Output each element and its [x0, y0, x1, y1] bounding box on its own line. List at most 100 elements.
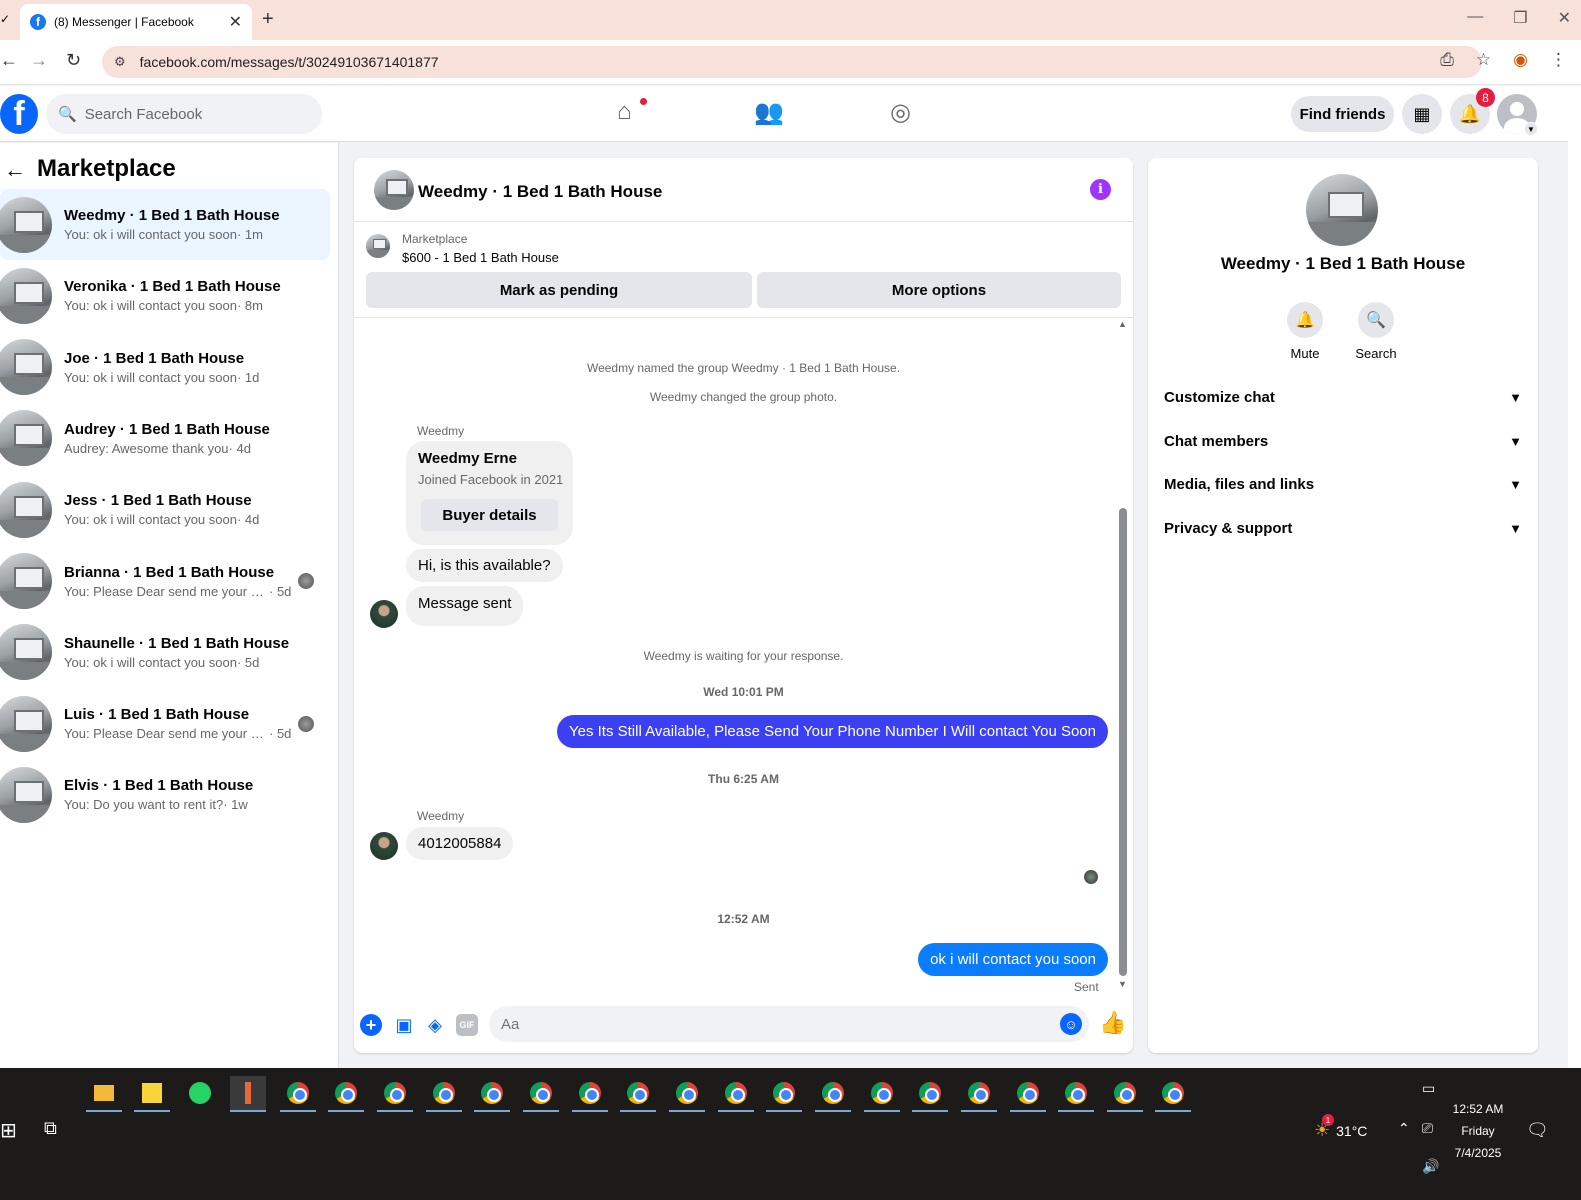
incoming-message[interactable]: Hi, is this available? [406, 549, 563, 582]
site-info-icon[interactable]: ⚙ [114, 54, 126, 70]
action-center-icon[interactable]: 🗨 [1526, 1120, 1549, 1141]
tab-close-icon[interactable]: ✕ [229, 12, 242, 32]
minimize-icon[interactable]: — [1467, 8, 1483, 28]
weather-widget[interactable]: ☀ 1 31°C [1314, 1114, 1367, 1141]
gif-icon[interactable]: GIF [456, 1014, 478, 1036]
sender-avatar[interactable] [370, 832, 398, 860]
address-bar[interactable]: ⚙ facebook.com/messages/t/30249103671401… [102, 46, 1482, 78]
search-action[interactable]: 🔍 Search [1346, 302, 1406, 361]
more-options-button[interactable]: More options [757, 272, 1121, 308]
conversation-item[interactable]: Jess · 1 Bed 1 Bath House You: ok i will … [0, 474, 330, 545]
chrome-icon[interactable] [377, 1076, 413, 1112]
chat-title[interactable]: Weedmy · 1 Bed 1 Bath House [418, 182, 662, 202]
conversation-item[interactable]: Joe · 1 Bed 1 Bath House You: ok i will c… [0, 332, 330, 403]
browser-tab[interactable]: f (8) Messenger | Facebook ✕ [20, 4, 252, 40]
conversation-item[interactable]: Weedmy · 1 Bed 1 Bath House You: ok i wil… [0, 189, 330, 260]
listing-thumbnail[interactable] [366, 234, 390, 258]
chrome-icon[interactable] [426, 1076, 462, 1112]
facebook-logo-icon[interactable]: f [0, 94, 38, 134]
privacy-support-row[interactable]: Privacy & support ▼ [1164, 508, 1522, 548]
scroll-down-icon[interactable]: ▼ [1118, 979, 1127, 989]
mute-action[interactable]: 🔔 Mute [1275, 302, 1335, 361]
conversation-item[interactable]: Luis · 1 Bed 1 Bath House You: Please Dea… [0, 688, 330, 759]
back-arrow-icon[interactable]: ← [0, 50, 18, 71]
windows-start-icon[interactable]: ⊞ [0, 1118, 17, 1143]
chrome-icon[interactable] [669, 1076, 705, 1112]
chrome-icon[interactable] [280, 1076, 316, 1112]
chrome-icon[interactable] [1107, 1076, 1143, 1112]
chevron-down-icon[interactable]: ▼ [1524, 122, 1538, 136]
chrome-icon[interactable] [766, 1076, 802, 1112]
taskbar-clock[interactable]: 12:52 AM Friday 7/4/2025 [1440, 1098, 1516, 1164]
listing-price[interactable]: $600 - 1 Bed 1 Bath House [402, 250, 559, 265]
info-icon[interactable]: i [1090, 179, 1111, 200]
media-files-links-row[interactable]: Media, files and links ▼ [1164, 464, 1522, 504]
back-arrow-icon[interactable]: ← [4, 157, 26, 183]
install-app-icon[interactable]: ⎙ [1440, 50, 1454, 70]
incoming-message[interactable]: Message sent [406, 586, 524, 626]
details-avatar[interactable] [1306, 174, 1378, 246]
read-receipt-avatar [1084, 870, 1098, 884]
chrome-icon[interactable] [718, 1076, 754, 1112]
facebook-search[interactable]: 🔍 Search Facebook [46, 94, 322, 134]
whatsapp-icon[interactable] [182, 1076, 218, 1112]
chrome-icon[interactable] [572, 1076, 608, 1112]
volume-icon[interactable]: 🔊 [1422, 1158, 1439, 1175]
emoji-icon[interactable]: ☺ [1060, 1013, 1082, 1035]
photo-icon[interactable]: ▣ [393, 1014, 415, 1036]
meet-now-icon[interactable]: ⎚ [1422, 1120, 1433, 1137]
chrome-icon[interactable] [961, 1076, 997, 1112]
browser-menu-icon[interactable]: ⋮ [1550, 50, 1567, 70]
file-explorer-icon[interactable] [86, 1076, 122, 1112]
groups-icon[interactable]: ◎ [890, 98, 911, 127]
mark-as-pending-button[interactable]: Mark as pending [366, 272, 752, 308]
new-tab-button[interactable]: + [262, 8, 274, 31]
chrome-icon[interactable] [1058, 1076, 1094, 1112]
chrome-icon[interactable] [1010, 1076, 1046, 1112]
customize-chat-row[interactable]: Customize chat ▼ [1164, 377, 1522, 417]
page-scrollbar[interactable] [1568, 86, 1581, 1068]
chat-scrollbar[interactable] [1119, 508, 1127, 976]
chat-members-row[interactable]: Chat members ▼ [1164, 421, 1522, 461]
outgoing-message[interactable]: ok i will contact you soon [918, 943, 1108, 976]
menu-grid-icon[interactable]: ▦ [1402, 94, 1442, 134]
friends-icon[interactable]: 👥 [754, 98, 784, 127]
chrome-icon[interactable] [328, 1076, 364, 1112]
network-monitor-icon[interactable]: ▭ [1422, 1080, 1435, 1097]
buyer-details-button[interactable]: Buyer details [421, 499, 558, 531]
tab-search-icon[interactable]: ✓ [0, 12, 10, 26]
chrome-icon[interactable] [815, 1076, 851, 1112]
chrome-icon[interactable] [474, 1076, 510, 1112]
sticker-icon[interactable]: ◈ [424, 1014, 446, 1036]
chrome-icon[interactable] [912, 1076, 948, 1112]
outgoing-message[interactable]: Yes Its Still Available, Please Send You… [556, 715, 1108, 748]
message-input[interactable] [489, 1006, 1089, 1042]
home-icon[interactable]: ⌂ [617, 98, 632, 126]
chrome-icon[interactable] [864, 1076, 900, 1112]
forward-arrow-icon[interactable]: → [30, 50, 48, 71]
conversation-item[interactable]: Veronika · 1 Bed 1 Bath House You: ok i w… [0, 260, 330, 331]
chrome-icon[interactable] [1155, 1076, 1191, 1112]
bookmark-star-icon[interactable]: ☆ [1476, 50, 1491, 70]
chat-avatar[interactable] [374, 170, 414, 210]
conversation-item[interactable]: Brianna · 1 Bed 1 Bath House You: Please … [0, 546, 330, 617]
find-friends-button[interactable]: Find friends [1291, 96, 1394, 132]
plus-icon[interactable]: + [360, 1014, 382, 1036]
chrome-icon[interactable] [620, 1076, 656, 1112]
close-window-icon[interactable]: ✕ [1558, 8, 1571, 28]
profile-icon[interactable]: ◉ [1513, 50, 1528, 70]
conversation-item[interactable]: Shaunelle · 1 Bed 1 Bath House You: ok i … [0, 617, 330, 688]
restore-icon[interactable]: ❐ [1513, 8, 1527, 28]
conversation-item[interactable]: Elvis · 1 Bed 1 Bath House You: Do you wa… [0, 759, 330, 830]
sender-avatar[interactable] [370, 600, 398, 628]
reload-icon[interactable]: ↻ [66, 50, 81, 71]
conversation-item[interactable]: Audrey · 1 Bed 1 Bath House Audrey: Aweso… [0, 403, 330, 474]
chevron-up-icon[interactable]: ⌃ [1398, 1120, 1410, 1137]
scroll-up-icon[interactable]: ▲ [1118, 319, 1127, 329]
task-view-icon[interactable]: ⧉ [44, 1118, 57, 1139]
chrome-icon[interactable] [523, 1076, 559, 1112]
incoming-message[interactable]: 4012005884 [406, 827, 514, 860]
sticky-notes-icon[interactable] [134, 1076, 170, 1112]
like-thumb-icon[interactable]: 👍 [1099, 1010, 1126, 1036]
app-icon[interactable] [230, 1076, 266, 1112]
